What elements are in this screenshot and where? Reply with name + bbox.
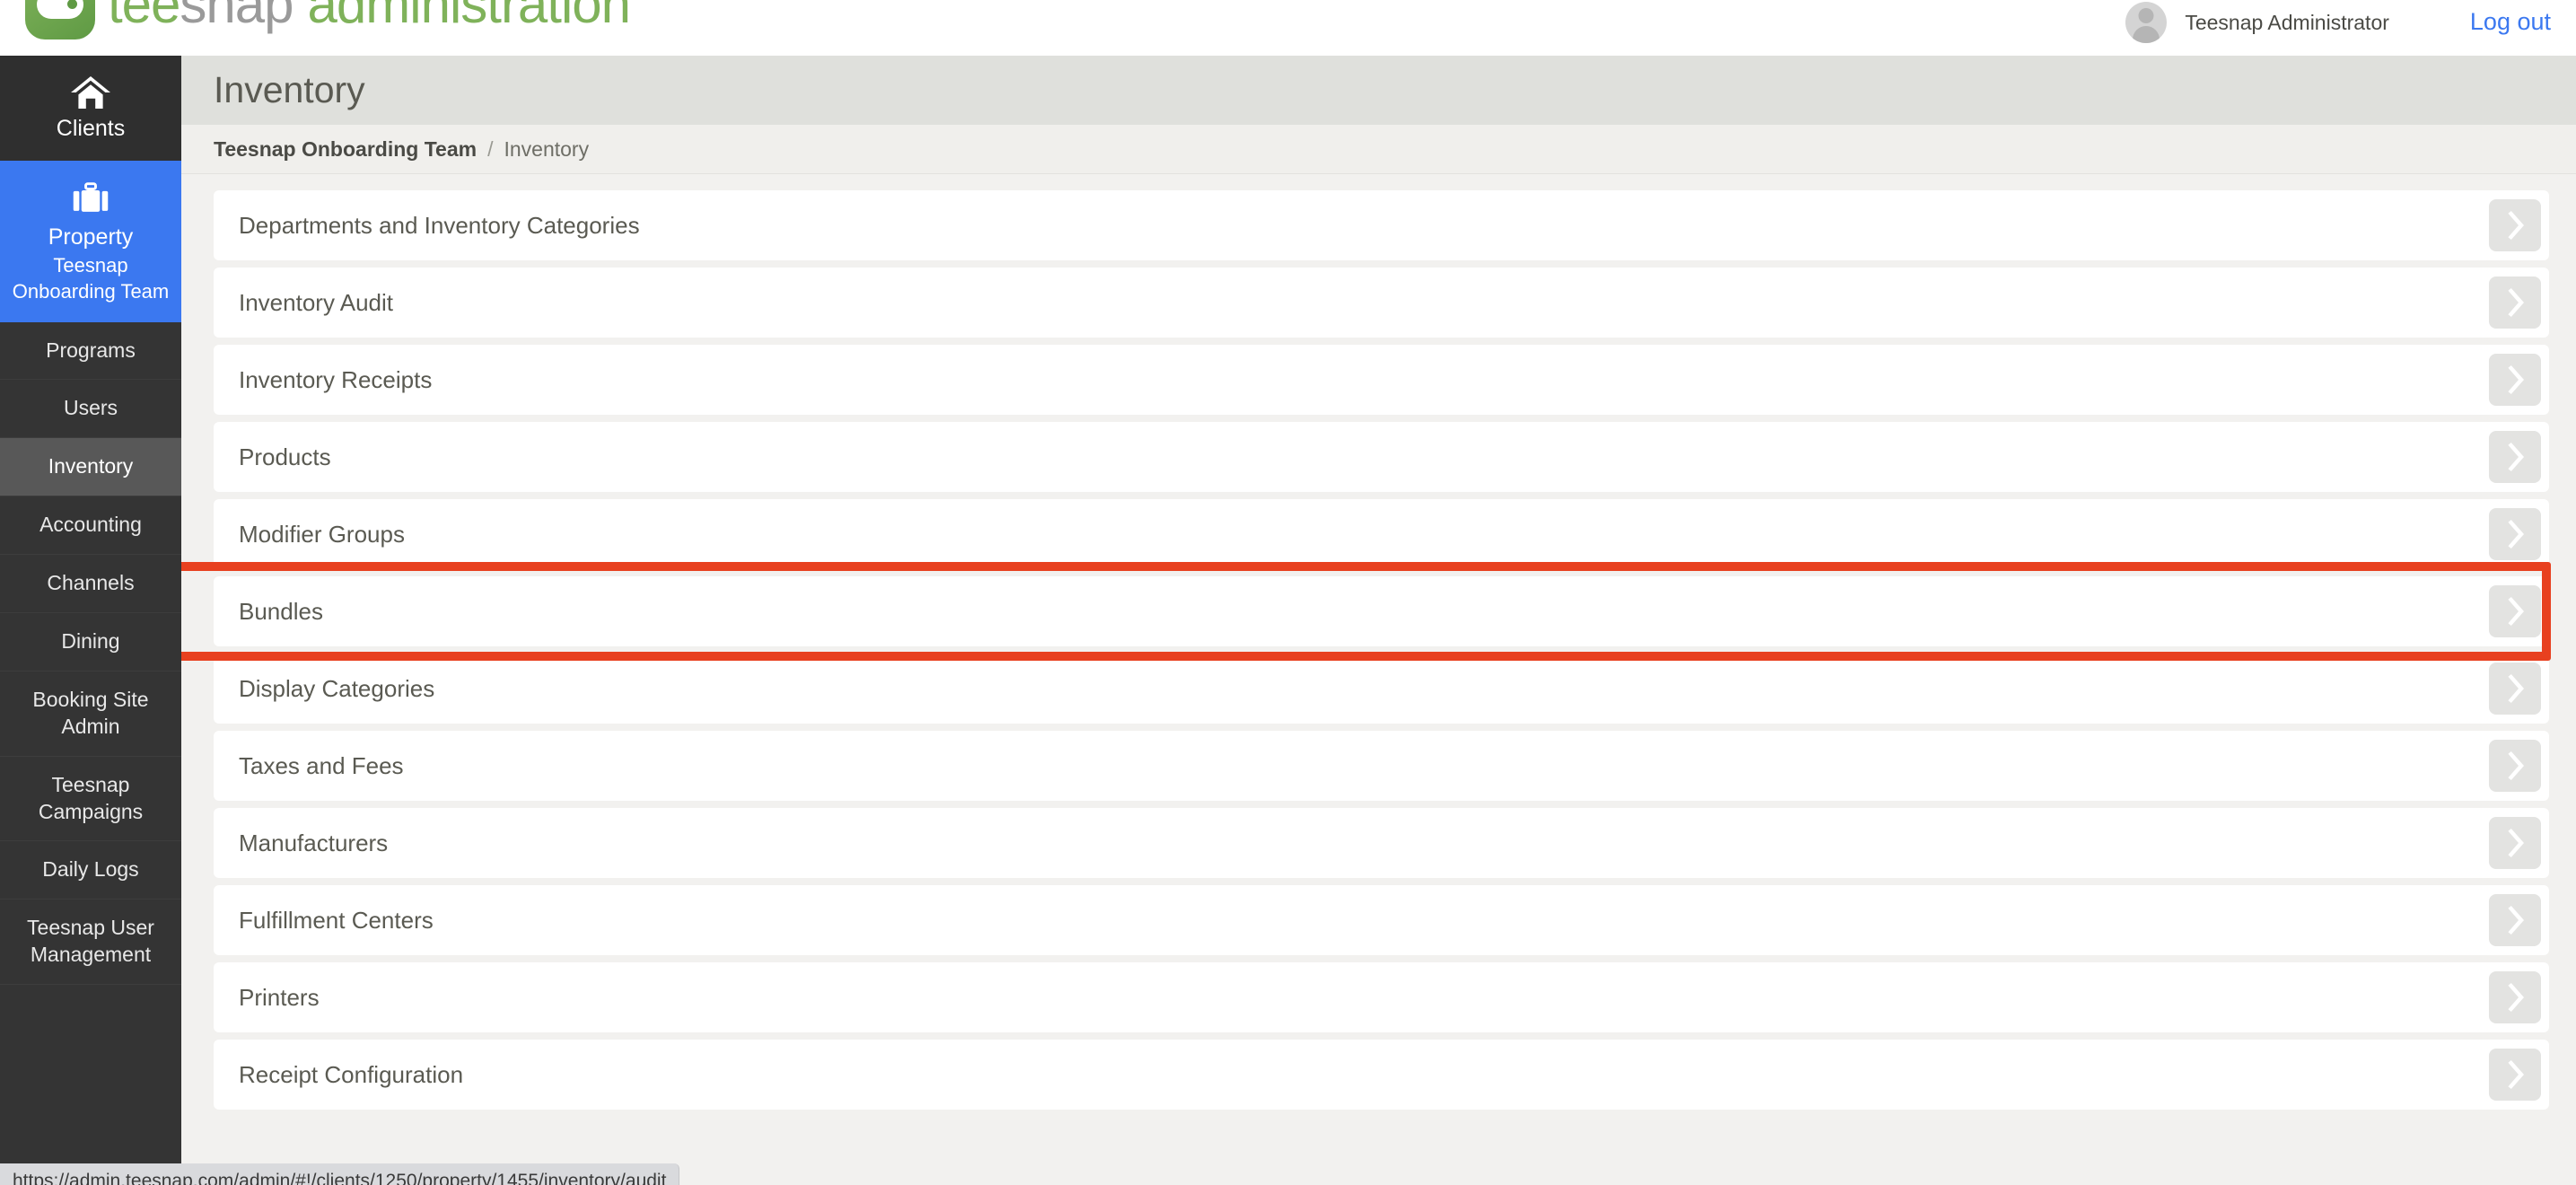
chevron-right-icon[interactable]	[2489, 1049, 2541, 1101]
inventory-row-fulfillment-centers[interactable]: Fulfillment Centers	[214, 885, 2549, 955]
breadcrumb-root-link[interactable]: Teesnap Onboarding Team	[214, 137, 477, 162]
chevron-right-icon[interactable]	[2489, 431, 2541, 483]
inventory-row-departments-and-inventory-categories[interactable]: Departments and Inventory Categories	[214, 190, 2549, 260]
sidebar-item-label: Users	[63, 396, 118, 420]
briefcase-icon	[73, 182, 109, 212]
sidebar-item-label: Daily Logs	[42, 857, 139, 882]
inventory-row-bundles[interactable]: Bundles	[214, 576, 2549, 646]
sidebar-item-label: Booking Site Admin	[32, 687, 149, 738]
sidebar-item-inventory[interactable]: Inventory	[0, 438, 181, 497]
sidebar-item-teesnap-user-management[interactable]: Teesnap User Management	[0, 900, 181, 986]
inventory-row-label: Departments and Inventory Categories	[239, 211, 640, 239]
sidebar-item-label: Inventory	[48, 454, 134, 478]
chevron-right-icon[interactable]	[2489, 971, 2541, 1023]
inventory-row-label: Display Categories	[239, 674, 435, 702]
sidebar-item-label: Teesnap User Management	[27, 916, 154, 967]
inventory-row-receipt-configuration[interactable]: Receipt Configuration	[214, 1040, 2549, 1110]
chevron-right-icon[interactable]	[2489, 894, 2541, 946]
breadcrumb: Teesnap Onboarding Team / Inventory	[181, 125, 2576, 174]
avatar[interactable]	[2125, 2, 2168, 43]
status-bar-url: https://admin.teesnap.com/admin/#!/clien…	[13, 1170, 667, 1185]
inventory-row-label: Receipt Configuration	[239, 1060, 464, 1088]
sidebar-item-clients-label: Clients	[56, 116, 126, 141]
sidebar-property-subtitle-2: Onboarding Team	[12, 280, 170, 303]
inventory-row-label: Products	[239, 443, 331, 470]
brand-logo[interactable]: teesnap administration	[25, 0, 632, 40]
inventory-row-label: Inventory Audit	[239, 288, 393, 316]
inventory-row-label: Printers	[239, 983, 320, 1011]
sidebar-item-clients[interactable]: Clients	[0, 56, 181, 161]
sidebar-item-channels[interactable]: Channels	[0, 555, 181, 613]
inventory-row-display-categories[interactable]: Display Categories	[214, 654, 2549, 724]
home-icon	[71, 76, 110, 109]
logo-text-snap: snap	[180, 0, 294, 34]
sidebar-item-booking-site-admin[interactable]: Booking Site Admin	[0, 672, 181, 757]
inventory-row-label: Taxes and Fees	[239, 751, 404, 779]
inventory-list: Departments and Inventory Categories Inve…	[181, 174, 2576, 1185]
sidebar-item-label: Teesnap Campaigns	[38, 772, 144, 823]
sidebar-item-users[interactable]: Users	[0, 380, 181, 439]
page-title: Inventory	[214, 69, 365, 110]
inventory-row-products[interactable]: Products	[214, 422, 2549, 492]
inventory-row-inventory-receipts[interactable]: Inventory Receipts	[214, 345, 2549, 415]
inventory-row-label: Modifier Groups	[239, 520, 405, 548]
logo-text-administration: administration	[307, 0, 632, 34]
inventory-row-taxes-and-fees[interactable]: Taxes and Fees	[214, 731, 2549, 801]
breadcrumb-current: Inventory	[504, 136, 590, 161]
top-bar: teesnap administration Teesnap Administra…	[0, 0, 2576, 56]
sidebar-item-daily-logs[interactable]: Daily Logs	[0, 841, 181, 900]
inventory-row-label: Fulfillment Centers	[239, 906, 434, 934]
chevron-right-icon[interactable]	[2489, 199, 2541, 251]
sidebar-item-dining[interactable]: Dining	[0, 613, 181, 672]
sidebar-item-programs[interactable]: Programs	[0, 322, 181, 381]
inventory-row-printers[interactable]: Printers	[214, 962, 2549, 1032]
chevron-right-icon[interactable]	[2489, 585, 2541, 637]
admin-name-label: Teesnap Administrator	[2185, 10, 2389, 34]
breadcrumb-separator: /	[487, 136, 494, 161]
top-bar-right-group: Teesnap Administrator Log out	[2125, 0, 2576, 56]
sidebar-property-subtitle-1: Teesnap	[53, 253, 128, 276]
logo-wordmark: teesnap administration	[108, 0, 632, 34]
sidebar-item-label: Programs	[46, 338, 136, 362]
chevron-right-icon[interactable]	[2489, 740, 2541, 792]
inventory-rows-container: Departments and Inventory Categories Inve…	[214, 190, 2549, 1110]
inventory-row-label: Inventory Receipts	[239, 365, 433, 393]
status-bar: https://admin.teesnap.com/admin/#!/clien…	[0, 1163, 680, 1185]
main-content: Inventory Teesnap Onboarding Team / Inve…	[181, 56, 2576, 1185]
inventory-row-label: Manufacturers	[239, 829, 389, 856]
chevron-right-icon[interactable]	[2489, 508, 2541, 560]
sidebar-property-title: Property	[48, 224, 134, 250]
inventory-row-label: Bundles	[239, 597, 323, 625]
logo-text-tee: tee	[108, 0, 180, 34]
sidebar-nav-list: Programs Users Inventory Accounting Channels…	[0, 322, 181, 986]
chevron-right-icon[interactable]	[2489, 276, 2541, 329]
inventory-row-modifier-groups[interactable]: Modifier Groups	[214, 499, 2549, 569]
sidebar-item-accounting[interactable]: Accounting	[0, 496, 181, 556]
sidebar-item-label: Dining	[61, 628, 120, 653]
page-title-bar: Inventory	[181, 56, 2576, 125]
inventory-row-inventory-audit[interactable]: Inventory Audit	[214, 268, 2549, 338]
sidebar-item-label: Channels	[47, 571, 135, 595]
chevron-right-icon[interactable]	[2489, 354, 2541, 406]
sidebar-item-teesnap-campaigns[interactable]: Teesnap Campaigns	[0, 757, 181, 842]
logout-link[interactable]: Log out	[2470, 8, 2551, 36]
chevron-right-icon[interactable]	[2489, 663, 2541, 715]
teesnap-logo-icon	[25, 0, 95, 40]
chevron-right-icon[interactable]	[2489, 817, 2541, 869]
sidebar: Clients Property Teesnap Onboarding Team…	[0, 56, 181, 1185]
sidebar-item-label: Accounting	[39, 513, 142, 537]
sidebar-item-property[interactable]: Property Teesnap Onboarding Team	[0, 161, 181, 322]
inventory-row-manufacturers[interactable]: Manufacturers	[214, 808, 2549, 878]
